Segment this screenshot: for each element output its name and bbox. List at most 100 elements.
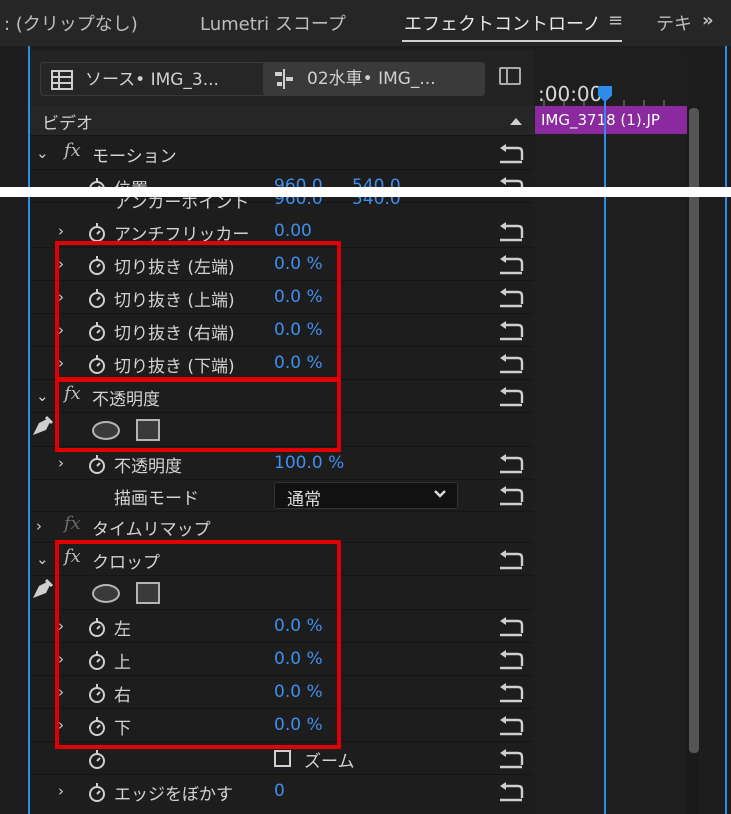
param-value[interactable]: 0.0 % bbox=[274, 715, 323, 735]
param-crop-top-edge[interactable]: › 切り抜き (上端) 0.0 % bbox=[30, 281, 534, 314]
tab-text[interactable]: テキ bbox=[656, 10, 692, 36]
ellipse-mask-icon[interactable] bbox=[92, 421, 120, 440]
param-value[interactable]: 0.0 % bbox=[274, 616, 323, 636]
chevron-right-icon[interactable]: › bbox=[58, 650, 64, 668]
chevron-down-icon[interactable]: ⌄ bbox=[36, 387, 49, 405]
ellipse-mask-icon[interactable] bbox=[92, 584, 120, 603]
effect-crop[interactable]: ⌄ fx クロップ bbox=[30, 543, 534, 576]
param-crop-right-edge[interactable]: › 切り抜き (右端) 0.0 % bbox=[30, 314, 534, 347]
chevron-right-icon[interactable]: › bbox=[58, 782, 64, 800]
chevron-right-icon[interactable]: › bbox=[36, 517, 42, 535]
reset-icon[interactable] bbox=[498, 650, 524, 670]
param-value[interactable]: 0.0 % bbox=[274, 353, 323, 373]
stopwatch-icon[interactable] bbox=[88, 783, 106, 803]
reset-icon[interactable] bbox=[498, 387, 524, 407]
chevron-right-icon[interactable]: › bbox=[58, 222, 64, 240]
param-value[interactable]: 0.0 % bbox=[274, 320, 323, 340]
reset-icon[interactable] bbox=[498, 144, 524, 164]
stopwatch-icon[interactable] bbox=[88, 618, 106, 638]
tab-effect-controls[interactable]: エフェクトコントローノ bbox=[404, 10, 601, 36]
chevron-right-icon[interactable]: › bbox=[58, 288, 64, 306]
param-crop-right[interactable]: › 右 0.0 % bbox=[30, 676, 534, 709]
fx-icon[interactable]: fx bbox=[64, 383, 81, 404]
reset-icon[interactable] bbox=[498, 683, 524, 703]
param-blend-mode[interactable]: 描画モード 通常 bbox=[30, 479, 534, 512]
zoom-checkbox[interactable] bbox=[274, 750, 291, 767]
param-opacity[interactable]: › 不透明度 100.0 % bbox=[30, 447, 534, 480]
stopwatch-icon[interactable] bbox=[88, 289, 106, 309]
collapse-up-icon[interactable] bbox=[510, 118, 522, 125]
effect-time-remap[interactable]: › fx タイムリマップ bbox=[30, 510, 534, 543]
reset-icon[interactable] bbox=[498, 617, 524, 637]
sequence-clip-chip[interactable]: 02水車• IMG_... bbox=[263, 62, 485, 96]
param-antiflicker[interactable]: › アンチフリッカー 0.00 bbox=[30, 215, 534, 248]
effect-opacity[interactable]: ⌄ fx 不透明度 bbox=[30, 380, 534, 413]
reset-icon[interactable] bbox=[498, 255, 524, 275]
param-crop-left-edge[interactable]: › 切り抜き (左端) 0.0 % bbox=[30, 248, 534, 281]
scrollbar-thumb[interactable] bbox=[689, 108, 699, 753]
chevron-right-icon[interactable]: › bbox=[58, 255, 64, 273]
param-crop-bottom[interactable]: › 下 0.0 % bbox=[30, 709, 534, 742]
param-value[interactable]: 0 bbox=[274, 781, 285, 801]
timeline-clip[interactable]: IMG_3718 (1).JP bbox=[535, 106, 687, 134]
reset-icon[interactable] bbox=[498, 486, 524, 506]
playhead-line[interactable] bbox=[604, 95, 606, 814]
stopwatch-icon[interactable] bbox=[88, 455, 106, 475]
param-value[interactable]: 0.0 % bbox=[274, 254, 323, 274]
stopwatch-icon[interactable] bbox=[88, 355, 106, 375]
stopwatch-icon[interactable] bbox=[88, 750, 106, 770]
param-value[interactable]: 0.0 % bbox=[274, 682, 323, 702]
param-value[interactable]: 0.0 % bbox=[274, 649, 323, 669]
stopwatch-icon[interactable] bbox=[88, 223, 106, 243]
chevron-down-icon[interactable]: ⌄ bbox=[36, 550, 49, 568]
fx-icon[interactable]: fx bbox=[64, 546, 81, 567]
stopwatch-icon[interactable] bbox=[88, 322, 106, 342]
chevron-right-icon[interactable]: › bbox=[58, 683, 64, 701]
stopwatch-icon[interactable] bbox=[88, 684, 106, 704]
toggle-timeline-icon[interactable] bbox=[499, 67, 521, 85]
blend-mode-select[interactable]: 通常 bbox=[274, 482, 458, 510]
param-edge-feather[interactable]: › エッジをぼかす 0 bbox=[30, 775, 534, 808]
chevron-down-icon[interactable]: ⌄ bbox=[36, 144, 49, 162]
chevron-right-icon[interactable]: › bbox=[58, 617, 64, 635]
chevron-right-icon[interactable]: › bbox=[58, 354, 64, 372]
reset-icon[interactable] bbox=[498, 454, 524, 474]
param-crop-left[interactable]: › 左 0.0 % bbox=[30, 610, 534, 643]
tab-source-clip[interactable]: : (クリップなし) bbox=[4, 10, 138, 36]
reset-icon[interactable] bbox=[498, 321, 524, 341]
param-value[interactable]: 0.0 % bbox=[274, 287, 323, 307]
reset-icon[interactable] bbox=[498, 749, 524, 769]
tab-menu-icon[interactable]: ≡ bbox=[608, 10, 623, 31]
param-crop-bottom-edge[interactable]: › 切り抜き (下端) 0.0 % bbox=[30, 347, 534, 380]
blend-mode-value: 通常 bbox=[287, 490, 321, 510]
reset-icon[interactable] bbox=[498, 782, 524, 802]
param-zoom[interactable]: ズーム bbox=[30, 742, 534, 775]
chevron-right-icon[interactable]: › bbox=[58, 321, 64, 339]
source-chip-label: ソース• IMG_3... bbox=[85, 70, 219, 90]
image-splice-band bbox=[0, 187, 731, 197]
reset-icon[interactable] bbox=[498, 354, 524, 374]
rectangle-mask-icon[interactable] bbox=[136, 582, 160, 604]
effect-motion[interactable]: ⌄ fx モーション bbox=[30, 137, 534, 170]
video-section-header[interactable]: ビデオ bbox=[30, 106, 534, 136]
reset-icon[interactable] bbox=[498, 716, 524, 736]
reset-icon[interactable] bbox=[498, 550, 524, 570]
param-value[interactable]: 100.0 % bbox=[274, 453, 344, 473]
chevron-right-icon[interactable]: › bbox=[58, 716, 64, 734]
tab-lumetri-scopes[interactable]: Lumetri スコープ bbox=[200, 10, 346, 36]
reset-icon[interactable] bbox=[498, 222, 524, 242]
param-value[interactable]: 0.00 bbox=[274, 221, 312, 241]
mini-timeline[interactable] bbox=[534, 50, 687, 814]
source-clip-chip[interactable]: ソース• IMG_3... bbox=[40, 62, 268, 96]
stopwatch-icon[interactable] bbox=[88, 256, 106, 276]
tab-overflow-icon[interactable]: » bbox=[702, 10, 714, 31]
pen-mask-icon[interactable] bbox=[30, 576, 56, 600]
rectangle-mask-icon[interactable] bbox=[136, 419, 160, 441]
reset-icon[interactable] bbox=[498, 288, 524, 308]
stopwatch-icon[interactable] bbox=[88, 717, 106, 737]
fx-icon[interactable]: fx bbox=[64, 140, 81, 161]
chevron-right-icon[interactable]: › bbox=[58, 454, 64, 472]
param-crop-top[interactable]: › 上 0.0 % bbox=[30, 643, 534, 676]
stopwatch-icon[interactable] bbox=[88, 651, 106, 671]
pen-mask-icon[interactable] bbox=[30, 413, 56, 437]
